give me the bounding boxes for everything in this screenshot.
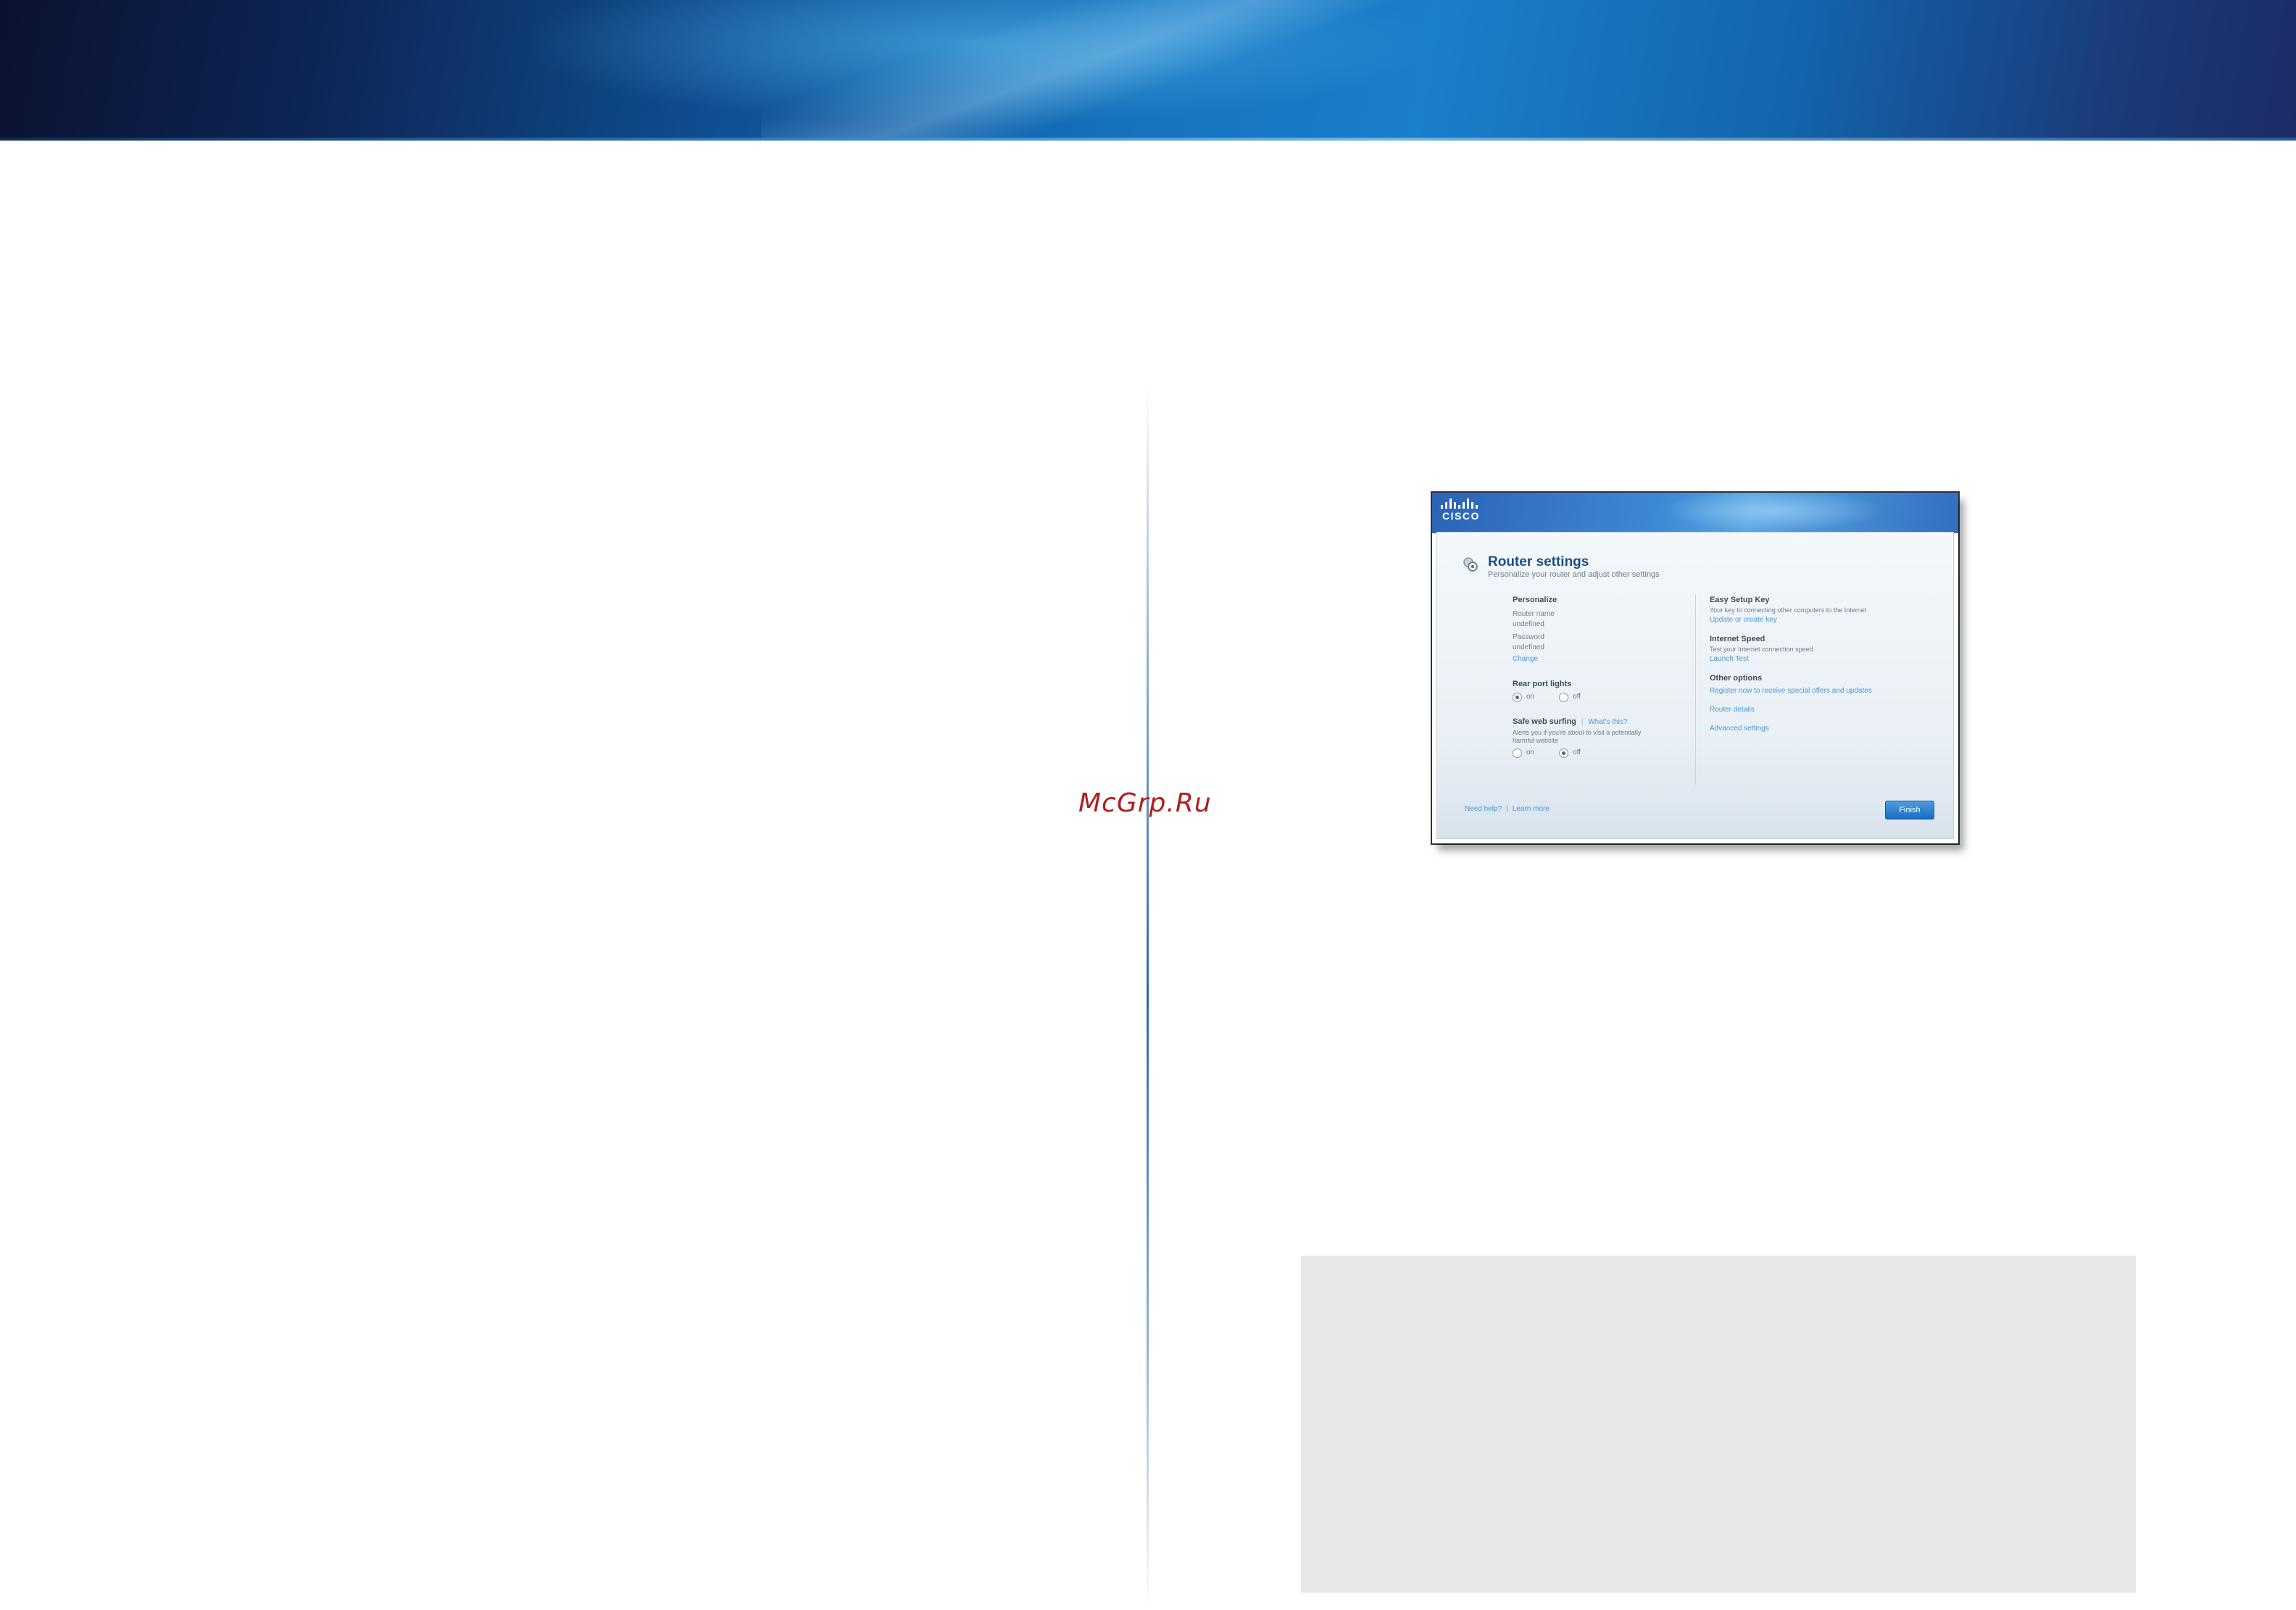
safe-web-surfing-off-radio[interactable]: [1559, 748, 1569, 758]
top-banner: [0, 0, 2296, 139]
change-link[interactable]: Change: [1513, 654, 1686, 664]
internet-speed-heading: Internet Speed: [1710, 635, 1765, 643]
router-name-label: Router name: [1513, 610, 1555, 618]
safe-web-surfing-description: Alerts you if you're about to visit a po…: [1513, 729, 1642, 744]
rear-port-lights-off-label: off: [1573, 693, 1581, 701]
rear-port-lights-heading: Rear port lights: [1513, 680, 1572, 688]
easy-setup-key-description: Your key to connecting other computers t…: [1710, 606, 1867, 614]
personalize-heading: Personalize: [1513, 596, 1557, 604]
note-box: [1301, 1256, 2136, 1593]
safe-web-surfing-on-radio[interactable]: [1513, 748, 1522, 758]
learn-more-link[interactable]: Learn more: [1513, 805, 1550, 813]
cisco-brand: CISCO: [1442, 510, 1480, 522]
advanced-settings-link[interactable]: Advanced settings: [1710, 724, 1942, 734]
password-value: undefined: [1513, 643, 1544, 651]
help-footer: Need help? | Learn more: [1465, 805, 1550, 813]
register-link[interactable]: Register now to receive special offers a…: [1710, 686, 1942, 696]
right-settings-column: Easy Setup Key Your key to connecting ot…: [1710, 595, 1942, 734]
internet-speed-description: Test your Internet connection speed: [1710, 646, 1813, 653]
password-label: Password: [1513, 633, 1544, 641]
column-divider: [1147, 384, 1149, 1610]
whats-this-link[interactable]: What's this?: [1588, 718, 1627, 726]
safe-web-surfing-off-label: off: [1573, 748, 1581, 756]
launch-test-link[interactable]: Launch Test: [1710, 654, 1942, 664]
safe-web-surfing-on-label: on: [1526, 748, 1535, 756]
update-key-link[interactable]: Update or create key: [1710, 615, 1942, 625]
safe-web-surfing-options: on off: [1513, 748, 1686, 758]
cisco-header: CISCO: [1432, 493, 1958, 533]
other-options-heading: Other options: [1710, 674, 1763, 683]
footer-separator: |: [1506, 805, 1508, 813]
router-details-link[interactable]: Router details: [1710, 705, 1942, 715]
column-separator: [1695, 595, 1696, 785]
need-help-link[interactable]: Need help?: [1465, 805, 1502, 813]
rear-port-lights-options: on off: [1513, 692, 1686, 702]
rear-port-lights-on-radio[interactable]: [1513, 692, 1522, 702]
easy-setup-key-heading: Easy Setup Key: [1710, 596, 1770, 604]
finish-button[interactable]: Finish: [1885, 801, 1934, 819]
router-name-value: undefined: [1513, 620, 1544, 628]
rear-port-lights-off-radio[interactable]: [1559, 692, 1569, 702]
left-settings-column: Personalize Router name undefined Passwo…: [1513, 595, 1686, 758]
banner-highlight: [761, 0, 1413, 139]
page-title: Router settings: [1488, 554, 1589, 570]
rear-port-lights-on-label: on: [1526, 693, 1535, 701]
page-subtitle: Personalize your router and adjust other…: [1488, 570, 1660, 579]
cisco-logo-icon: [1441, 499, 1484, 509]
router-settings-screenshot: CISCO Router settings Personalize your r…: [1432, 493, 1958, 843]
router-settings-icon: [1463, 557, 1478, 572]
safe-web-surfing-heading: Safe web surfing: [1513, 717, 1577, 726]
settings-panel: Router settings Personalize your router …: [1436, 532, 1954, 839]
banner-edge: [0, 138, 2296, 141]
heading-separator: |: [1581, 718, 1584, 726]
watermark: McGrp.Ru: [1078, 788, 1212, 818]
